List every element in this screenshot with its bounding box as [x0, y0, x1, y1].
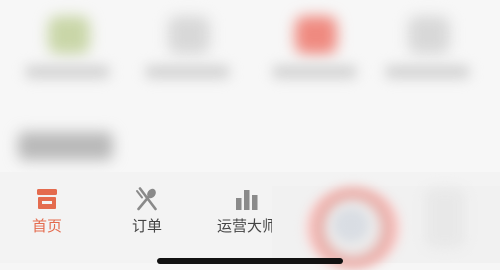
shortcut-icon	[295, 16, 337, 54]
bar-chart-icon	[236, 190, 258, 210]
shortcut-item[interactable]	[262, 0, 372, 95]
tab-orders-label: 订单	[131, 217, 162, 235]
shortcut-label-blurred	[272, 65, 357, 79]
shortcut-grid	[0, 0, 500, 100]
shortcut-label-blurred	[385, 65, 470, 79]
center-action-icon-blurred	[333, 208, 369, 242]
shortcut-item[interactable]	[15, 0, 125, 95]
store-icon	[37, 189, 57, 209]
shortcut-label-blurred	[25, 65, 110, 79]
shortcut-label-blurred	[145, 65, 230, 79]
tab-home-label: 首页	[31, 217, 62, 235]
tab-blurred[interactable]	[425, 188, 465, 248]
shortcut-item[interactable]	[375, 0, 485, 95]
main-content	[0, 0, 500, 172]
shortcut-icon	[168, 16, 210, 54]
shortcut-icon	[48, 16, 90, 54]
shortcut-item[interactable]	[135, 0, 245, 95]
shortcut-icon	[408, 16, 450, 54]
utensils-icon	[136, 187, 157, 211]
section-title-blurred	[18, 132, 113, 160]
tab-orders[interactable]: 订单	[102, 172, 192, 263]
tab-home[interactable]: 首页	[2, 172, 92, 263]
home-indicator	[157, 258, 343, 264]
